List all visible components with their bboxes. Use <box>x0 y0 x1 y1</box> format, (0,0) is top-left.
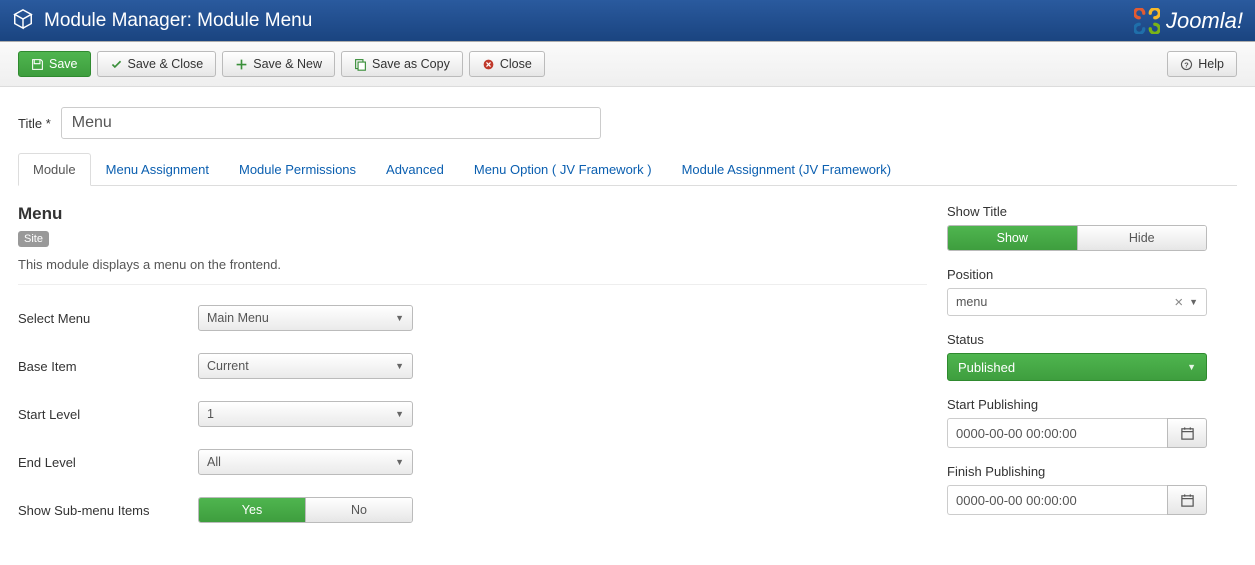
show-sub-label: Show Sub-menu Items <box>18 503 198 518</box>
select-menu-dropdown[interactable]: Main Menu ▼ <box>198 305 413 331</box>
save-new-button[interactable]: Save & New <box>222 51 335 77</box>
start-pub-input[interactable] <box>947 418 1167 448</box>
show-title-show[interactable]: Show <box>948 226 1077 250</box>
clear-icon[interactable]: × <box>1174 294 1183 311</box>
show-sub-yes[interactable]: Yes <box>199 498 305 522</box>
save-close-button[interactable]: Save & Close <box>97 51 217 77</box>
start-level-dropdown[interactable]: 1 ▼ <box>198 401 413 427</box>
chevron-down-icon: ▼ <box>1189 297 1198 307</box>
title-label: Title * <box>18 116 51 131</box>
client-badge: Site <box>18 231 49 247</box>
help-button[interactable]: ? Help <box>1167 51 1237 77</box>
check-icon <box>110 58 123 71</box>
end-level-dropdown[interactable]: All ▼ <box>198 449 413 475</box>
position-select[interactable]: menu × ▼ <box>947 288 1207 316</box>
show-title-toggle: Show Hide <box>947 225 1207 251</box>
plus-icon <box>235 58 248 71</box>
page-title: Module Manager: Module Menu <box>44 10 1134 32</box>
base-item-dropdown[interactable]: Current ▼ <box>198 353 413 379</box>
status-label: Status <box>947 332 1207 347</box>
tabs: Module Menu Assignment Module Permission… <box>18 153 1237 186</box>
tab-module-permissions[interactable]: Module Permissions <box>224 153 371 186</box>
tab-menu-assignment[interactable]: Menu Assignment <box>91 153 224 186</box>
apply-icon <box>31 58 44 71</box>
start-level-label: Start Level <box>18 407 198 422</box>
chevron-down-icon: ▼ <box>395 409 404 419</box>
end-level-label: End Level <box>18 455 198 470</box>
chevron-down-icon: ▼ <box>1187 362 1196 372</box>
copy-icon <box>354 58 367 71</box>
module-heading: Menu <box>18 204 927 224</box>
close-button[interactable]: Close <box>469 51 545 77</box>
show-sub-no[interactable]: No <box>305 498 412 522</box>
tab-menu-option-jv[interactable]: Menu Option ( JV Framework ) <box>459 153 667 186</box>
tab-advanced[interactable]: Advanced <box>371 153 459 186</box>
divider <box>18 284 927 285</box>
cube-icon <box>12 8 34 33</box>
svg-text:?: ? <box>1185 60 1190 69</box>
position-label: Position <box>947 267 1207 282</box>
show-title-hide[interactable]: Hide <box>1077 226 1207 250</box>
brand-text: Joomla! <box>1166 8 1243 34</box>
joomla-logo: Joomla! <box>1134 8 1243 34</box>
base-item-label: Base Item <box>18 359 198 374</box>
finish-pub-label: Finish Publishing <box>947 464 1207 479</box>
show-title-label: Show Title <box>947 204 1207 219</box>
tab-module[interactable]: Module <box>18 153 91 186</box>
select-menu-label: Select Menu <box>18 311 198 326</box>
tab-module-assignment-jv[interactable]: Module Assignment (JV Framework) <box>667 153 907 186</box>
chevron-down-icon: ▼ <box>395 457 404 467</box>
toolbar: Save Save & Close Save & New Save as Cop… <box>0 42 1255 87</box>
start-pub-label: Start Publishing <box>947 397 1207 412</box>
cancel-icon <box>482 58 495 71</box>
finish-pub-calendar-button[interactable] <box>1167 485 1207 515</box>
save-button[interactable]: Save <box>18 51 91 77</box>
header-bar: Module Manager: Module Menu Joomla! <box>0 0 1255 42</box>
status-select[interactable]: Published ▼ <box>947 353 1207 381</box>
title-input[interactable] <box>61 107 601 139</box>
save-copy-button[interactable]: Save as Copy <box>341 51 463 77</box>
start-pub-calendar-button[interactable] <box>1167 418 1207 448</box>
module-desc: This module displays a menu on the front… <box>18 257 927 272</box>
chevron-down-icon: ▼ <box>395 361 404 371</box>
show-sub-toggle: Yes No <box>198 497 413 523</box>
help-icon: ? <box>1180 58 1193 71</box>
calendar-icon <box>1180 426 1195 441</box>
calendar-icon <box>1180 493 1195 508</box>
finish-pub-input[interactable] <box>947 485 1167 515</box>
chevron-down-icon: ▼ <box>395 313 404 323</box>
